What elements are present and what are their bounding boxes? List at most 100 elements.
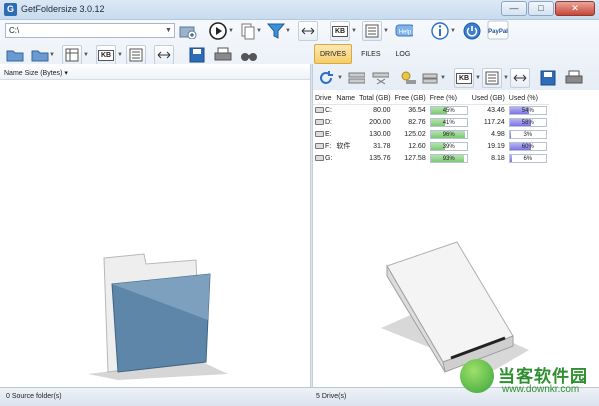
columns-button[interactable]	[362, 21, 382, 41]
open-folder-button[interactable]	[5, 45, 25, 65]
left-print-button[interactable]	[213, 45, 233, 65]
used-bar: 6%	[508, 153, 547, 163]
drive-used-pct: 54%	[507, 104, 549, 116]
col-name[interactable]: Name	[334, 93, 358, 105]
drive-used-pct: 60%	[507, 140, 549, 152]
expand-width-icon	[301, 27, 315, 35]
drives-list-button[interactable]	[482, 68, 502, 88]
tab-files[interactable]: FILES	[355, 44, 386, 64]
unit-dropdown-icon[interactable]: ▼	[351, 28, 357, 34]
drive-row[interactable]: D: 200.00 82.76 41% 117.24 58%	[313, 116, 549, 128]
left-unit-dropdown-icon[interactable]: ▼	[117, 52, 123, 58]
help-icon: Help	[395, 24, 413, 37]
sort-dropdown-icon[interactable]: ▾	[64, 70, 68, 77]
drives-unit-button[interactable]: KB	[454, 68, 474, 88]
drive-icon	[315, 130, 324, 137]
drives-list-dropdown-icon[interactable]: ▼	[503, 75, 509, 81]
free-bar: 41%	[429, 117, 468, 127]
drives-save-button[interactable]	[538, 68, 558, 88]
drive-used-pct: 3%	[507, 128, 549, 140]
col-total[interactable]: Total (GB)	[357, 93, 393, 105]
copy-icon	[241, 23, 255, 40]
col-drive[interactable]: Drive	[313, 93, 335, 105]
drive-used-pct: 6%	[507, 152, 549, 164]
drive-row[interactable]: G: 135.76 127.58 93% 8.18 6%	[313, 152, 549, 164]
col-free[interactable]: Free (GB)	[392, 93, 428, 105]
unit-button[interactable]: KB	[330, 21, 350, 41]
drive-tools-dropdown-icon[interactable]: ▼	[440, 75, 446, 81]
help-button[interactable]: Help	[394, 21, 414, 41]
drives-toolbar: ▼ ▼ KB ▼ ▼	[316, 68, 599, 90]
maximize-button[interactable]: □	[528, 1, 554, 16]
col-free-pct[interactable]: Free (%)	[427, 93, 470, 105]
left-find-button[interactable]	[239, 45, 259, 65]
list-icon	[485, 71, 499, 85]
print-icon	[565, 70, 583, 84]
drive-total: 135.76	[369, 154, 391, 162]
close-button[interactable]: ✕	[555, 1, 595, 16]
tab-log[interactable]: LOG	[390, 44, 417, 64]
filter-button[interactable]	[266, 21, 286, 41]
copy-dropdown-icon[interactable]: ▼	[256, 28, 262, 34]
drive-free-pct: 39%	[428, 140, 470, 152]
drive-row[interactable]: E: 130.00 125.02 96% 4.98 3%	[313, 128, 549, 140]
kb-icon: KB	[331, 25, 349, 37]
exit-button[interactable]	[462, 21, 482, 41]
used-bar: 58%	[508, 117, 547, 127]
left-columns-dropdown-icon[interactable]: ▼	[83, 52, 89, 58]
refresh-button[interactable]	[316, 68, 336, 88]
drive-used: 117.24	[483, 118, 505, 126]
left-unit-button[interactable]: KB	[96, 45, 116, 65]
save-icon	[189, 47, 205, 63]
expand-width-button[interactable]	[298, 21, 318, 41]
left-save-button[interactable]	[187, 45, 207, 65]
free-bar: 45%	[429, 105, 468, 115]
settings-button[interactable]	[398, 68, 418, 88]
drive-row[interactable]: F: 软件 31.78 12.60 39% 19.19 60%	[313, 140, 549, 152]
start-scan-button[interactable]	[208, 21, 228, 41]
tree-button[interactable]	[370, 68, 390, 88]
watermark-url: www.downkr.com	[502, 384, 580, 395]
left-expand-button[interactable]	[154, 45, 174, 65]
expand-width-icon	[513, 74, 527, 82]
free-bar: 39%	[429, 141, 468, 151]
tree-icon	[372, 72, 389, 85]
left-column-header: Name Size (Bytes) ▾	[0, 67, 310, 80]
drive-tools-button[interactable]	[420, 68, 440, 88]
scan-dropdown-icon[interactable]: ▼	[228, 28, 234, 34]
path-input[interactable]: C:\ ▼	[5, 23, 175, 38]
source-folders-pane: Name Size (Bytes) ▾	[0, 64, 310, 387]
drive-letter: C:	[313, 104, 334, 116]
drive-icon	[315, 154, 324, 161]
drive-free: 82.76	[408, 118, 426, 126]
column-name[interactable]: Name	[4, 70, 23, 77]
open-folder-alt-button[interactable]	[30, 45, 50, 65]
drives-expand-button[interactable]	[510, 68, 530, 88]
network-drive-button[interactable]	[346, 68, 366, 88]
drive-icon	[315, 118, 324, 125]
folder-illustration	[88, 253, 228, 380]
folder-alt-icon	[31, 50, 49, 62]
add-folder-button[interactable]	[178, 21, 198, 41]
col-used[interactable]: Used (GB)	[469, 93, 507, 105]
info-button[interactable]	[430, 21, 450, 41]
tab-drives[interactable]: DRIVES	[314, 44, 353, 64]
grid-icon	[65, 48, 79, 62]
drives-print-button[interactable]	[564, 68, 584, 88]
col-used-pct[interactable]: Used (%)	[506, 93, 549, 105]
info-dropdown-icon[interactable]: ▼	[450, 28, 456, 34]
left-columns-button[interactable]	[62, 45, 82, 65]
columns-dropdown-icon[interactable]: ▼	[383, 28, 389, 34]
column-size[interactable]: Size (Bytes)	[25, 70, 63, 77]
donate-button[interactable]: PayPal	[486, 20, 510, 40]
window-controls: — □ ✕	[501, 1, 595, 16]
folder-dropdown-icon[interactable]: ▼	[49, 52, 55, 58]
refresh-dropdown-icon[interactable]: ▼	[337, 75, 343, 81]
drives-unit-dropdown-icon[interactable]: ▼	[475, 75, 481, 81]
minimize-button[interactable]: —	[501, 1, 527, 16]
drive-row[interactable]: C: 80.00 36.54 45% 43.46 54%	[313, 104, 549, 116]
filter-dropdown-icon[interactable]: ▼	[285, 28, 291, 34]
left-list-button[interactable]	[126, 45, 146, 65]
path-dropdown-icon[interactable]: ▼	[164, 25, 173, 36]
copy-button[interactable]	[238, 21, 258, 41]
